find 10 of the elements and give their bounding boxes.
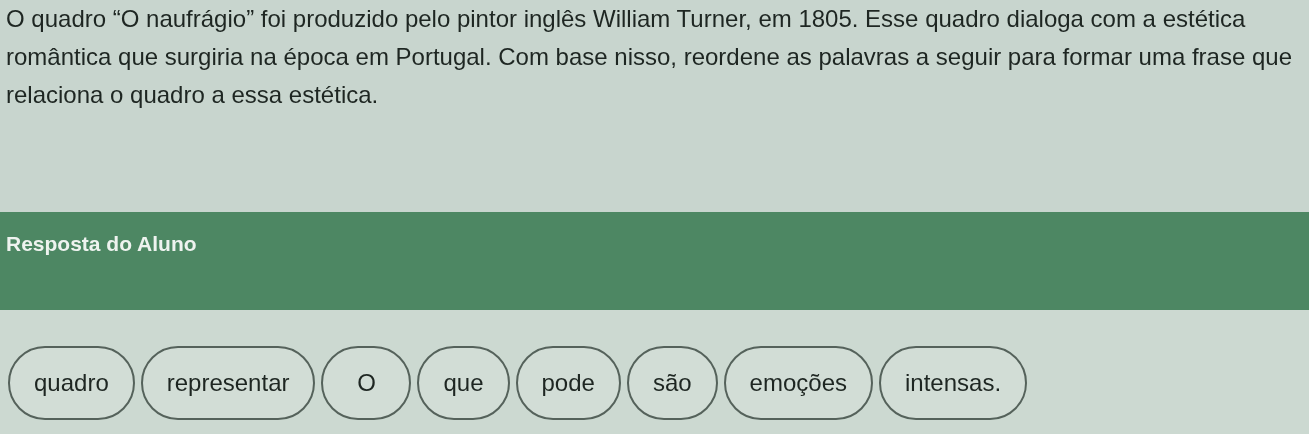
word-chip[interactable]: intensas. bbox=[879, 346, 1028, 420]
question-text: O quadro “O naufrágio” foi produzido pelo pintor inglês William Turner, em 1805. Esse quadro dialoga com a estética romântica que surgiria na época em Portugal. Com base nisso, reordene as palavras a seguir para formar uma frase que relaciona o quadro a essa estética. bbox=[6, 4, 1293, 110]
word-chip[interactable]: O bbox=[321, 346, 412, 420]
word-chip[interactable]: são bbox=[626, 346, 718, 420]
word-chip[interactable]: quadro bbox=[8, 346, 135, 420]
word-chip[interactable]: que bbox=[417, 346, 510, 420]
answer-header-title: Resposta do Aluno bbox=[6, 232, 197, 256]
word-chip[interactable]: representar bbox=[140, 346, 316, 420]
word-chip[interactable]: pode bbox=[515, 346, 621, 420]
word-chip[interactable]: emoções bbox=[723, 346, 873, 420]
